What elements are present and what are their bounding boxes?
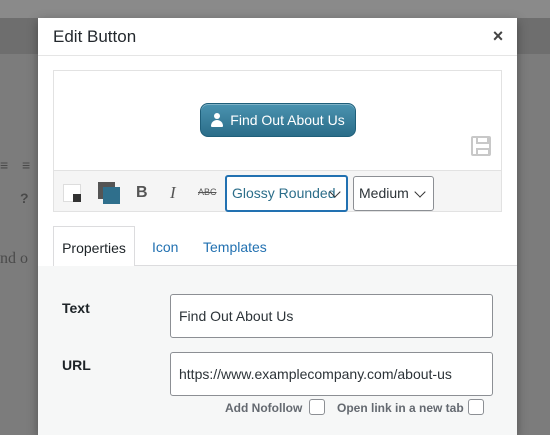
dialog-header: Edit Button × [38, 18, 517, 56]
help-icon: ? [20, 190, 29, 206]
preview-button[interactable]: Find Out About Us [200, 103, 356, 137]
new-tab-checkbox[interactable] [468, 399, 484, 415]
save-icon[interactable] [471, 136, 491, 156]
align-icon: ≡ [0, 157, 9, 173]
tab-templates[interactable]: Templates [203, 226, 267, 266]
backdrop-left [0, 54, 38, 435]
preview-button-label: Find Out About Us [230, 112, 345, 128]
strikethrough-button[interactable]: ABC [198, 187, 217, 197]
style-toolbar: B I ABC Glossy Rounded Medium [53, 170, 502, 212]
url-field-label: URL [62, 357, 91, 373]
chevron-down-icon [414, 186, 426, 198]
tab-properties[interactable]: Properties [53, 226, 135, 267]
backdrop-right [517, 54, 550, 435]
style-select[interactable]: Glossy Rounded [225, 175, 348, 212]
edit-button-dialog: Edit Button × Find Out About Us B I ABC … [38, 18, 517, 435]
bold-button[interactable]: B [136, 184, 148, 202]
text-field[interactable]: Find Out About Us [170, 294, 493, 338]
text-color-icon[interactable] [63, 184, 81, 202]
background-text: nd o [0, 250, 28, 267]
nofollow-label: Add Nofollow [225, 401, 303, 415]
italic-button[interactable]: I [170, 183, 176, 203]
background-color-icon[interactable] [98, 182, 120, 204]
close-icon[interactable]: × [489, 26, 507, 46]
text-field-label: Text [62, 300, 90, 316]
size-select[interactable]: Medium [353, 176, 434, 211]
dialog-title: Edit Button [53, 27, 137, 46]
style-select-value: Glossy Rounded [232, 185, 336, 201]
list-icon: ≡ [22, 157, 31, 173]
nofollow-checkbox[interactable] [309, 399, 325, 415]
tab-icon[interactable]: Icon [152, 226, 178, 266]
size-select-value: Medium [359, 185, 409, 201]
new-tab-label: Open link in a new tab [337, 401, 464, 415]
button-preview: Find Out About Us [53, 70, 502, 170]
tab-bar: Properties Icon Templates [53, 226, 517, 267]
user-icon [211, 113, 224, 127]
url-field[interactable]: https://www.examplecompany.com/about-us [170, 352, 493, 396]
